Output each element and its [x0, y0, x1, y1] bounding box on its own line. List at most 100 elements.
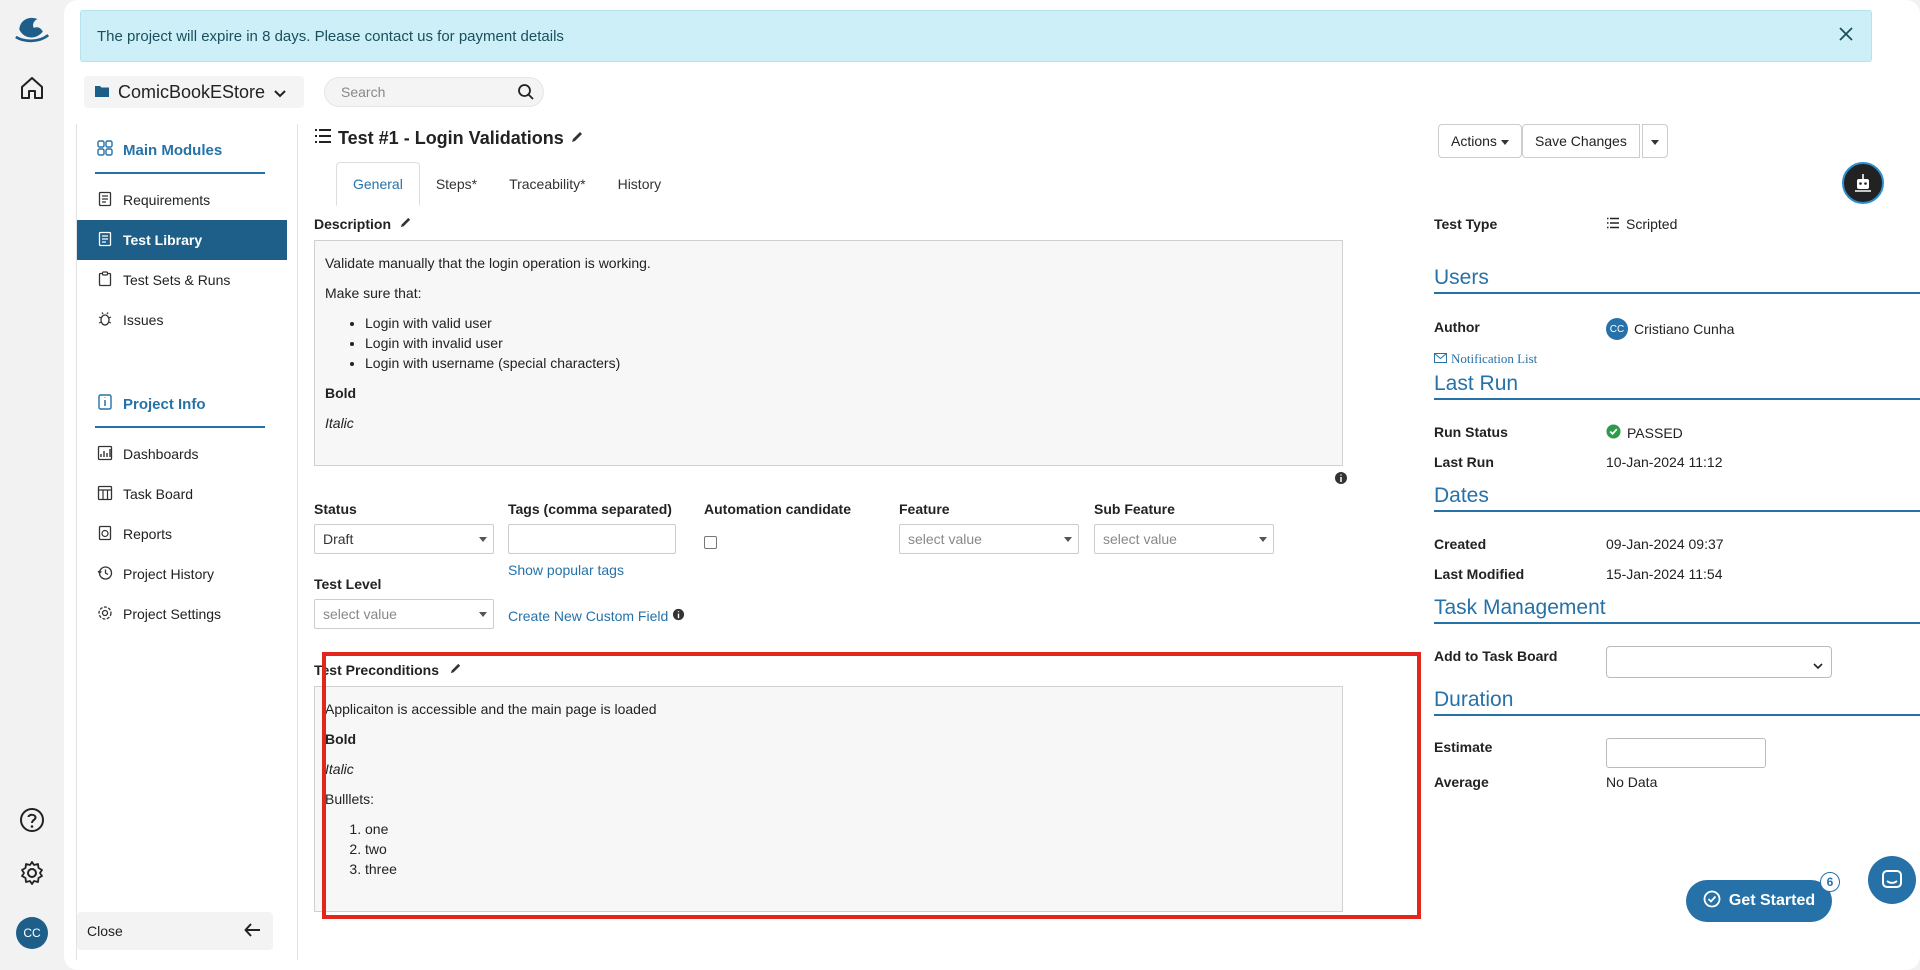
- sidebar-item-requirements[interactable]: Requirements: [77, 180, 287, 220]
- sidebar-item-reports[interactable]: Reports: [77, 514, 287, 554]
- sidebar-item-label: Test Sets & Runs: [123, 272, 231, 288]
- search-placeholder: Search: [341, 84, 386, 100]
- check-circle-icon: [1703, 890, 1721, 913]
- document-icon: [97, 191, 113, 210]
- preconditions-highlight: [322, 652, 1421, 919]
- list-icon: [314, 128, 332, 149]
- sidebar-item-task-board[interactable]: Task Board: [77, 474, 287, 514]
- test-type-value: Scripted: [1606, 216, 1677, 232]
- banner-text: The project will expire in 8 days. Pleas…: [97, 27, 564, 45]
- sidebar-item-label: Task Board: [123, 486, 194, 502]
- feature-placeholder: select value: [908, 531, 982, 547]
- pencil-icon[interactable]: [570, 128, 584, 149]
- sidebar-item-issues[interactable]: Issues: [77, 300, 287, 340]
- save-changes-button[interactable]: Save Changes: [1522, 124, 1640, 158]
- description-line: Validate manually that the login operati…: [325, 255, 651, 271]
- create-custom-field-link[interactable]: Create New Custom Field: [508, 608, 685, 624]
- user-avatar[interactable]: CC: [16, 917, 48, 949]
- notification-list-link[interactable]: Notification List: [1434, 351, 1537, 367]
- main-modules-header[interactable]: Main Modules: [95, 128, 265, 174]
- duration-heading: Duration: [1434, 688, 1920, 716]
- task-management-heading: Task Management: [1434, 596, 1920, 624]
- author-value: CC Cristiano Cunha: [1606, 318, 1734, 340]
- status-label: Status: [314, 501, 357, 517]
- dates-heading: Dates: [1434, 484, 1920, 512]
- last-run-heading: Last Run: [1434, 372, 1920, 400]
- app-logo-icon[interactable]: [14, 10, 50, 46]
- info-circle-icon[interactable]: [1334, 471, 1348, 488]
- close-icon[interactable]: [1837, 25, 1855, 47]
- tags-label: Tags (comma separated): [508, 501, 672, 517]
- tab-general[interactable]: General: [336, 162, 420, 206]
- description-bold: Bold: [325, 385, 357, 401]
- actions-label: Actions: [1451, 133, 1497, 149]
- description-editor[interactable]: Validate manually that the login operati…: [314, 240, 1343, 466]
- status-select[interactable]: Draft: [314, 524, 494, 554]
- check-circle-icon: [1606, 424, 1621, 442]
- save-options-dropdown[interactable]: [1642, 124, 1668, 158]
- feature-label: Feature: [899, 501, 950, 517]
- bug-icon: [97, 311, 113, 330]
- pencil-icon[interactable]: [399, 216, 412, 232]
- info-circle-icon: [672, 608, 685, 624]
- sidebar-item-project-history[interactable]: Project History: [77, 554, 287, 594]
- caret-down-icon: [1259, 537, 1267, 542]
- modified-value: 15-Jan-2024 11:54: [1606, 566, 1723, 582]
- chat-launcher-icon[interactable]: [1868, 856, 1916, 904]
- help-icon[interactable]: [14, 802, 50, 838]
- average-label: Average: [1434, 774, 1489, 790]
- sidebar-item-label: Dashboards: [123, 446, 199, 462]
- settings-gear-icon[interactable]: [14, 855, 50, 891]
- sidebar-item-label: Test Library: [123, 232, 203, 248]
- project-selector[interactable]: ComicBookEStore: [84, 76, 304, 108]
- expiry-banner: The project will expire in 8 days. Pleas…: [80, 10, 1872, 62]
- sidebar-item-label: Project Settings: [123, 606, 222, 622]
- run-status-text: PASSED: [1627, 425, 1683, 441]
- show-popular-tags-link[interactable]: Show popular tags: [508, 562, 624, 578]
- get-started-button[interactable]: Get Started 6: [1686, 872, 1840, 922]
- tab-steps[interactable]: Steps*: [420, 162, 493, 206]
- project-info-label: Project Info: [123, 395, 206, 413]
- caret-down-icon: [1500, 133, 1509, 149]
- project-info-header[interactable]: Project Info: [95, 382, 265, 428]
- search-input[interactable]: Search: [324, 77, 544, 107]
- actions-button[interactable]: Actions: [1438, 124, 1522, 158]
- sidebar-item-dashboards[interactable]: Dashboards: [77, 434, 287, 474]
- estimate-input[interactable]: [1606, 738, 1766, 768]
- task-board-select[interactable]: [1606, 646, 1832, 678]
- sidebar-item-label: Project History: [123, 566, 215, 582]
- close-sidebar-button[interactable]: Close: [77, 912, 273, 950]
- task-board-icon: [97, 485, 113, 504]
- test-type-label: Test Type: [1434, 216, 1498, 232]
- last-run-label: Last Run: [1434, 454, 1494, 470]
- caret-down-icon: [1651, 133, 1659, 149]
- sidebar-item-test-sets-runs[interactable]: Test Sets & Runs: [77, 260, 287, 300]
- chevron-down-icon: [273, 82, 287, 103]
- subfeature-select[interactable]: select value: [1094, 524, 1274, 554]
- test-level-select[interactable]: select value: [314, 599, 494, 629]
- feature-select[interactable]: select value: [899, 524, 1079, 554]
- sidebar: Main Modules Requirements Test Library T…: [76, 124, 298, 960]
- description-bullets: Login with valid user Login with invalid…: [365, 313, 1332, 373]
- sidebar-item-project-settings[interactable]: Project Settings: [77, 594, 287, 634]
- report-icon: [97, 525, 113, 544]
- tags-input[interactable]: [508, 524, 676, 554]
- author-name: Cristiano Cunha: [1634, 321, 1735, 337]
- tab-traceability[interactable]: Traceability*: [493, 162, 602, 206]
- automation-checkbox[interactable]: [704, 536, 717, 549]
- folder-icon: [94, 82, 110, 103]
- assistant-bot-icon[interactable]: [1842, 162, 1884, 204]
- envelope-icon: [1434, 351, 1447, 367]
- sidebar-item-label: Issues: [123, 312, 164, 328]
- library-icon: [97, 231, 113, 250]
- tab-history[interactable]: History: [602, 162, 678, 206]
- get-started-label: Get Started: [1728, 892, 1816, 909]
- home-icon[interactable]: [14, 70, 50, 106]
- run-status-value: PASSED: [1606, 424, 1683, 442]
- search-icon[interactable]: [517, 83, 535, 104]
- sidebar-item-test-library[interactable]: Test Library: [77, 220, 287, 260]
- clipboard-icon: [97, 270, 113, 290]
- estimate-label: Estimate: [1434, 739, 1493, 755]
- add-task-label: Add to Task Board: [1434, 648, 1558, 664]
- get-started-badge: 6: [1820, 872, 1840, 892]
